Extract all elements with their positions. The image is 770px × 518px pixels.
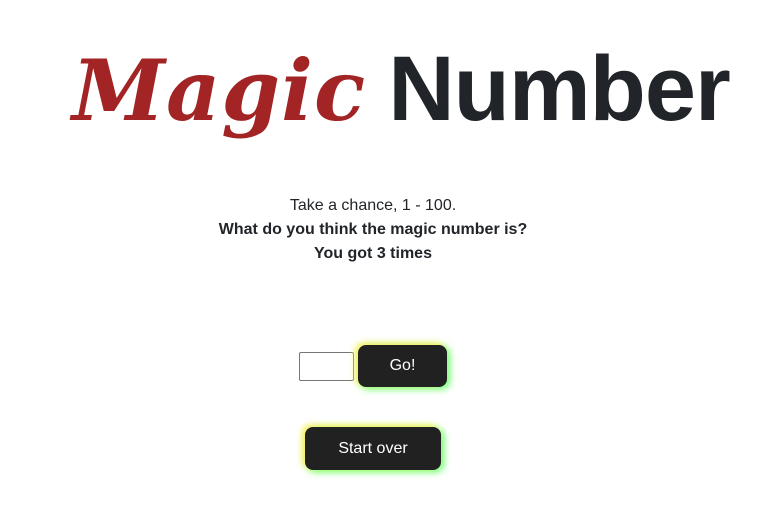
instructions: Take a chance, 1 - 100. What do you thin… xyxy=(0,194,746,266)
go-button[interactable]: Go! xyxy=(358,345,447,387)
attempts-remaining: You got 3 times xyxy=(314,245,432,262)
instruction-question: What do you think the magic number is? xyxy=(218,221,528,238)
guess-form: Go! xyxy=(299,345,447,387)
instruction-range: Take a chance, 1 - 100. xyxy=(289,197,457,214)
page-title: Magic Number xyxy=(72,38,731,153)
title-magic-word: Magic xyxy=(72,41,367,141)
start-over-button[interactable]: Start over xyxy=(305,427,441,470)
title-number-word: Number xyxy=(388,38,731,141)
guess-input[interactable] xyxy=(299,351,354,381)
